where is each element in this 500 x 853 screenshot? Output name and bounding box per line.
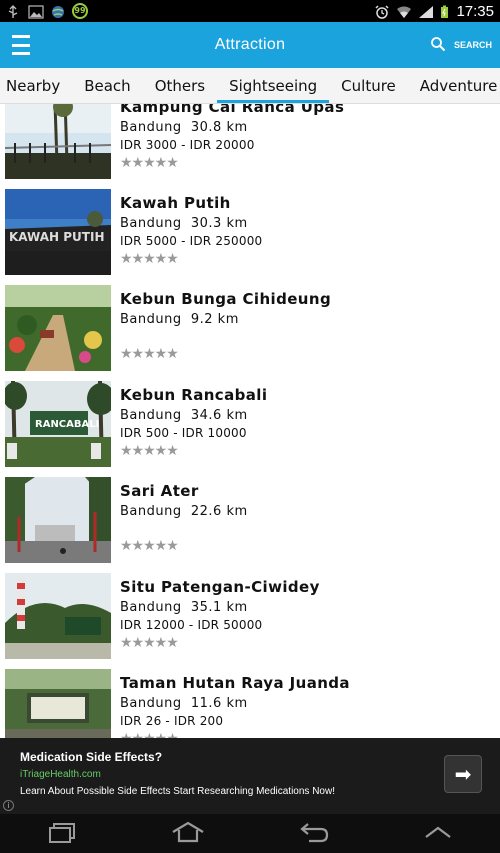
attraction-price: IDR 3000 - IDR 20000 [120, 138, 255, 152]
globe-icon [50, 4, 66, 18]
search-button[interactable]: SEARCH [430, 36, 492, 54]
attraction-location: Bandung 22.6 km [120, 504, 248, 519]
menu-up-button[interactable] [419, 821, 457, 847]
attraction-name: Kampung Cai Ranca Upas [120, 104, 345, 116]
attraction-location: Bandung 35.1 km [120, 600, 248, 615]
recent-apps-icon [47, 821, 79, 847]
attraction-location: Bandung 9.2 km [120, 312, 239, 327]
attraction-photo [5, 669, 111, 738]
recent-apps-button[interactable] [44, 821, 82, 847]
alarm-icon [374, 4, 390, 19]
rating-stars: ★★★★★ [120, 731, 350, 738]
attraction-name: Situ Patengan-Ciwidey [120, 578, 320, 596]
notification-badge: 99 [72, 3, 88, 19]
tab-culture[interactable]: Culture [329, 68, 408, 103]
attraction-name: Kawah Putih [120, 194, 231, 212]
ad-banner[interactable]: Medication Side Effects? iTriageHealth.c… [0, 738, 500, 814]
attraction-location: Bandung 30.3 km [120, 216, 248, 231]
search-label: SEARCH [453, 40, 492, 50]
attraction-photo: RANCABALI [5, 381, 111, 467]
attraction-price: IDR 500 - IDR 10000 [120, 426, 247, 440]
attraction-price: IDR 26 - IDR 200 [120, 714, 224, 728]
home-button[interactable] [169, 821, 207, 847]
attraction-photo [5, 477, 111, 563]
search-icon [430, 36, 446, 54]
attraction-name: Kebun Bunga Cihideung [120, 290, 332, 308]
list-item[interactable]: Kampung Cai Ranca Upas Bandung 30.8 km I… [0, 104, 500, 186]
image-icon [28, 4, 44, 19]
home-icon [170, 821, 206, 847]
page-title: Attraction [214, 36, 286, 53]
clock: 17:35 [456, 2, 494, 20]
attraction-location: Bandung 30.8 km [120, 120, 248, 135]
attraction-photo [5, 104, 111, 179]
action-bar: Attraction SEARCH [0, 22, 500, 68]
rating-stars: ★★★★★ [120, 635, 179, 651]
system-nav-bar [0, 814, 500, 853]
attraction-name: Taman Hutan Raya Juanda [120, 674, 350, 692]
attraction-price: IDR 5000 - IDR 250000 [120, 234, 263, 248]
usb-icon [6, 4, 22, 18]
list-item[interactable]: Taman Hutan Raya Juanda Bandung 11.6 km … [0, 666, 500, 738]
attraction-photo [5, 573, 111, 659]
list-item[interactable]: Situ Patengan-Ciwidey Bandung 35.1 km ID… [0, 570, 500, 666]
back-button[interactable] [294, 821, 332, 847]
tab-others[interactable]: Others [143, 68, 217, 103]
back-icon [297, 821, 329, 847]
attraction-location: Bandung 34.6 km [120, 408, 248, 423]
tab-nearby[interactable]: Nearby [0, 68, 72, 103]
svg-text:KAWAH PUTIH: KAWAH PUTIH [9, 230, 104, 244]
tab-sightseeing[interactable]: Sightseeing [217, 68, 330, 103]
chevron-up-icon [422, 821, 454, 847]
status-bar: 99 17:35 [0, 0, 500, 22]
ad-info-icon[interactable]: i [3, 800, 14, 811]
attraction-location: Bandung 11.6 km [120, 696, 248, 711]
ad-title: Medication Side Effects? [20, 750, 163, 764]
list-item[interactable]: KAWAH PUTIH Kawah Putih Bandung 30.3 km … [0, 186, 500, 282]
signal-icon [418, 4, 434, 18]
arrow-right-icon[interactable]: ➡ [444, 755, 482, 793]
attraction-list: Kampung Cai Ranca Upas Bandung 30.8 km I… [0, 104, 500, 738]
attraction-name: Kebun Rancabali [120, 386, 268, 404]
tab-adventure[interactable]: Adventure [408, 68, 500, 103]
attraction-photo: KAWAH PUTIH [5, 189, 111, 275]
tab-beach[interactable]: Beach [72, 68, 142, 103]
wifi-icon [396, 4, 412, 18]
battery-icon [440, 4, 450, 18]
rating-stars: ★★★★★ [120, 538, 179, 554]
attraction-name: Sari Ater [120, 482, 199, 500]
list-item[interactable]: Kebun Bunga Cihideung Bandung 9.2 km ★★★… [0, 282, 500, 378]
svg-text:RANCABALI: RANCABALI [35, 419, 99, 430]
menu-icon[interactable] [12, 35, 30, 55]
attraction-price: IDR 12000 - IDR 50000 [120, 618, 263, 632]
list-item[interactable]: Sari Ater Bandung 22.6 km ★★★★★ [0, 474, 500, 570]
rating-stars: ★★★★★ [120, 251, 179, 267]
list-item[interactable]: RANCABALI Kebun Rancabali Bandung 34.6 k… [0, 378, 500, 474]
rating-stars: ★★★★★ [120, 346, 179, 362]
rating-stars: ★★★★★ [120, 443, 179, 459]
rating-stars: ★★★★★ [120, 155, 179, 171]
ad-url[interactable]: iTriageHealth.com [20, 769, 101, 780]
ad-description: Learn About Possible Side Effects Start … [20, 786, 335, 797]
attraction-photo [5, 285, 111, 371]
category-tabs: Nearby Beach Others Sightseeing Culture … [0, 68, 500, 104]
